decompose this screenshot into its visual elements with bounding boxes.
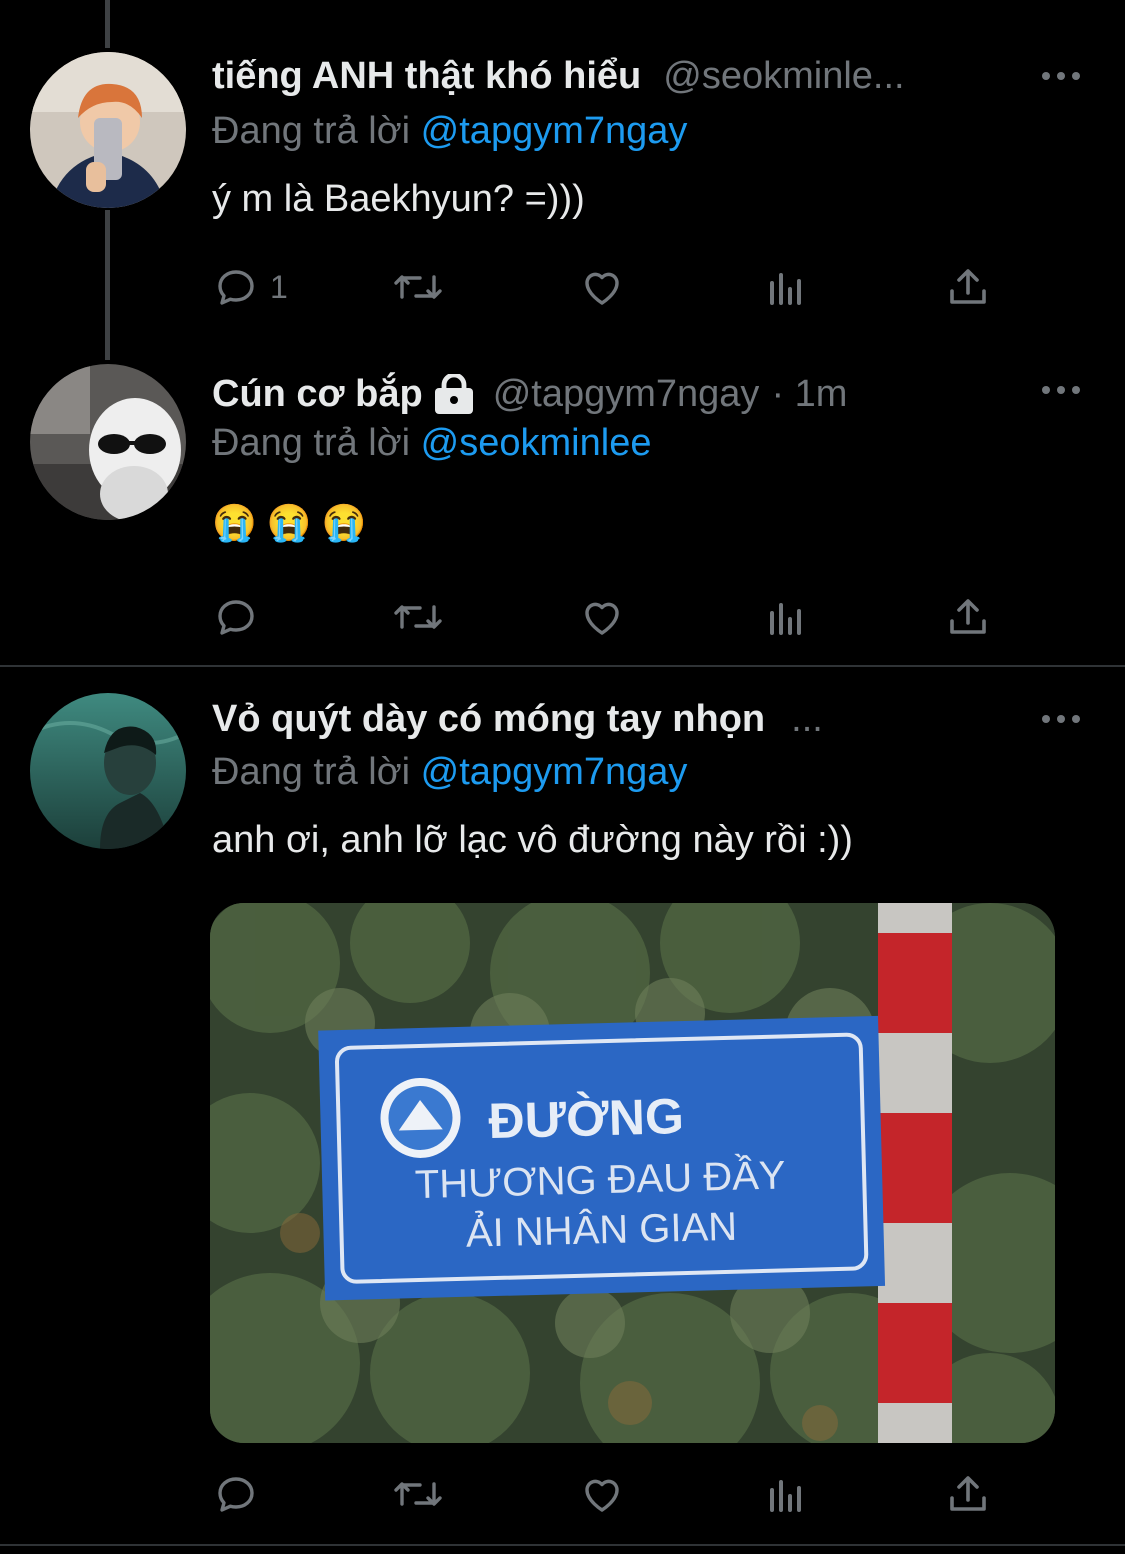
views-button[interactable] — [762, 262, 810, 312]
reply-button[interactable]: 1 — [212, 262, 288, 312]
avatar[interactable] — [30, 364, 186, 520]
retweet-button[interactable] — [392, 592, 444, 642]
retweet-icon — [394, 605, 442, 629]
reply-icon — [218, 600, 254, 635]
sign-line-3: ẢI NHÂN GIAN — [465, 1203, 737, 1256]
avatar[interactable] — [30, 52, 186, 208]
retweet-button[interactable] — [392, 1469, 444, 1519]
tweet-1[interactable]: tiếng ANH thật khó hiểu @seokminle... Đa… — [0, 0, 1125, 360]
handle[interactable]: ... — [791, 698, 823, 741]
retweet-icon — [394, 275, 442, 299]
share-button[interactable] — [944, 1469, 992, 1519]
tweet-text: 😭 😭 😭 — [212, 502, 367, 543]
action-bar — [212, 592, 1012, 642]
tweet-text: ý m là Baekhyun? =))) — [212, 178, 585, 220]
like-button[interactable] — [578, 262, 626, 312]
name-row: Vỏ quýt dày có móng tay nhọn ... — [212, 693, 1025, 745]
thread-line-top — [105, 0, 110, 48]
sign-title: ĐƯỜNG — [488, 1088, 685, 1149]
reply-context: Đang trả lời @tapgym7ngay — [212, 110, 687, 153]
more-icon[interactable] — [1041, 56, 1081, 96]
retweet-icon — [394, 1482, 442, 1506]
lock-icon — [433, 374, 475, 414]
views-button[interactable] — [762, 1469, 810, 1519]
tweet-2[interactable]: Cún cơ bắp @tapgym7ngay · 1m Đang trả lờ… — [0, 340, 1125, 666]
handle[interactable]: @seokminle... — [663, 55, 904, 98]
display-name[interactable]: tiếng ANH thật khó hiểu — [212, 55, 641, 98]
more-icon[interactable] — [1041, 699, 1081, 739]
share-button[interactable] — [944, 262, 992, 312]
name-row: Cún cơ bắp @tapgym7ngay · 1m — [212, 368, 1025, 420]
reply-count: 1 — [270, 268, 288, 305]
views-icon — [770, 1480, 801, 1512]
tweet-media-image[interactable]: ĐƯỜNG THƯƠNG ĐAU ĐẦY ẢI NHÂN GIAN — [210, 903, 1055, 1443]
reply-icon — [218, 270, 254, 305]
views-icon — [770, 603, 801, 635]
thread-line — [105, 210, 110, 360]
avatar[interactable] — [30, 693, 186, 849]
share-button[interactable] — [944, 592, 992, 642]
divider — [0, 1544, 1125, 1546]
reply-mention[interactable]: @tapgym7ngay — [421, 110, 688, 152]
share-icon — [950, 269, 986, 304]
reply-context: Đang trả lời @tapgym7ngay — [212, 751, 687, 794]
views-icon — [770, 273, 801, 305]
timestamp[interactable]: · 1m — [771, 373, 847, 416]
reply-icon — [218, 1477, 254, 1512]
reply-context: Đang trả lời @seokminlee — [212, 422, 651, 465]
action-bar — [212, 1469, 1012, 1519]
like-icon — [585, 1479, 619, 1512]
name-row: tiếng ANH thật khó hiểu @seokminle... — [212, 50, 1025, 102]
reply-prefix: Đang trả lời — [212, 110, 411, 152]
reply-button[interactable] — [212, 1469, 260, 1519]
tweet-text: anh ơi, anh lỡ lạc vô đường này rồi :)) — [212, 819, 853, 861]
like-icon — [585, 272, 619, 305]
retweet-button[interactable] — [392, 262, 444, 312]
display-name[interactable]: Vỏ quýt dày có móng tay nhọn — [212, 698, 765, 741]
display-name[interactable]: Cún cơ bắp — [212, 373, 423, 416]
share-icon — [950, 599, 986, 634]
more-icon[interactable] — [1041, 370, 1081, 410]
share-icon — [950, 1476, 986, 1511]
reply-mention[interactable]: @seokminlee — [421, 422, 652, 464]
handle[interactable]: @tapgym7ngay — [493, 373, 760, 416]
reply-button[interactable] — [212, 592, 260, 642]
like-button[interactable] — [578, 592, 626, 642]
like-button[interactable] — [578, 1469, 626, 1519]
reply-prefix: Đang trả lời — [212, 751, 411, 793]
action-bar: 1 — [212, 262, 1012, 312]
views-button[interactable] — [762, 592, 810, 642]
reply-prefix: Đang trả lời — [212, 422, 411, 464]
reply-mention[interactable]: @tapgym7ngay — [421, 751, 688, 793]
like-icon — [585, 602, 619, 635]
